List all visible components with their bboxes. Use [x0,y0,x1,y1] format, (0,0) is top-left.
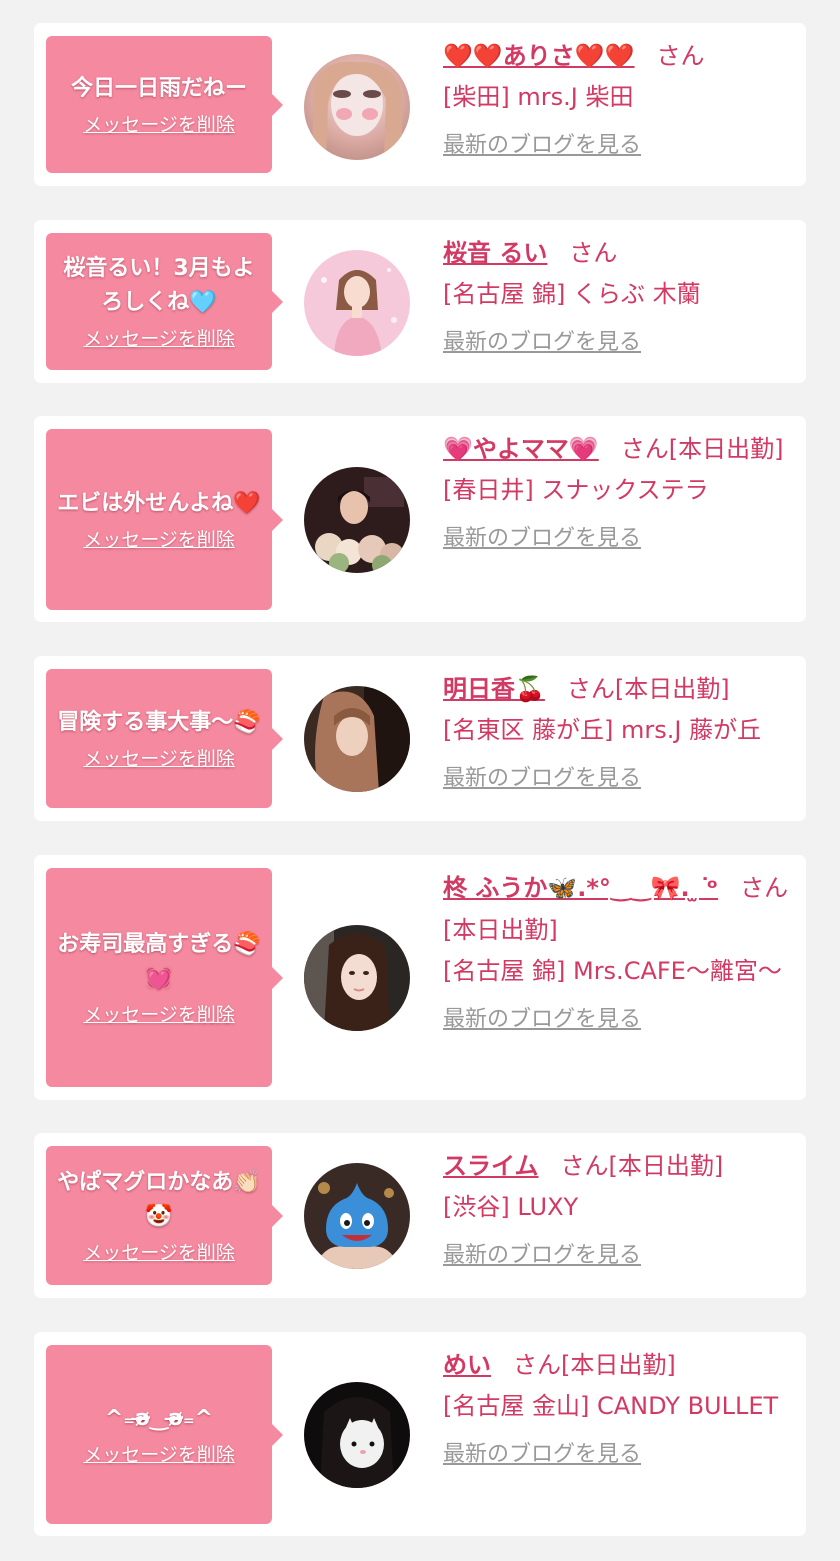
avatar[interactable] [304,54,410,160]
latest-blog-link[interactable]: 最新のブログを見る [443,131,641,161]
delete-message-link[interactable]: メッセージを削除 [83,1002,235,1028]
status-label: [本日出勤] [614,675,730,703]
message-bubble: エビは外せんよね❤️ メッセージを削除 [46,429,283,610]
honorific: さん [513,1351,561,1379]
girl-name-link[interactable]: ❤️❤️ありさ❤️❤️ [443,42,635,70]
honorific: さん [566,675,615,703]
delete-message-link[interactable]: メッセージを削除 [83,527,235,553]
shop-name: [渋谷] LUXY [443,1193,579,1221]
message-text: 冒険する事大事〜🍣 [57,709,261,735]
card-info: 桜音 るい さん [名古屋 錦] くらぶ 木蘭 最新のブログを見る [443,232,792,358]
shop-name: [名東区 藤が丘] mrs.J 藤が丘 [443,716,762,744]
message-text: お寿司最高すぎる🍣💓 [57,931,261,991]
girl-name-link[interactable]: 桜音 るい [443,239,547,267]
message-text: ^₌ә̴̶̷‿ә̴̶̷₌^ [104,1405,214,1431]
avatar-image [304,1163,410,1269]
girl-name-link[interactable]: 明日香🍒 [443,675,545,703]
avatar[interactable] [304,925,410,1031]
message-card: ^₌ә̴̶̷‿ә̴̶̷₌^ メッセージを削除 めい さん[本日出勤] [名古屋 金… [34,1332,806,1536]
latest-blog-link[interactable]: 最新のブログを見る [443,764,641,794]
shop-name: [柴田] mrs.J 柴田 [443,83,634,111]
message-bubble: 今日一日雨だねー メッセージを削除 [46,36,283,173]
shop-name: [名古屋 金山] CANDY BULLET [443,1392,779,1420]
avatar-image [304,54,410,160]
card-info: ❤️❤️ありさ❤️❤️ さん [柴田] mrs.J 柴田 最新のブログを見る [443,35,792,161]
card-info: 💗やよママ💗 さん[本日出勤] [春日井] スナックステラ 最新のブログを見る [443,428,792,554]
message-text: 桜音るい！3月もよろしくね🩵 [63,255,255,315]
latest-blog-link[interactable]: 最新のブログを見る [443,1005,641,1035]
card-info: 明日香🍒 さん[本日出勤] [名東区 藤が丘] mrs.J 藤が丘 最新のブログを… [443,668,792,794]
girl-name-link[interactable]: めい [443,1351,491,1379]
latest-blog-link[interactable]: 最新のブログを見る [443,524,641,554]
avatar-image [304,1382,410,1488]
message-card: エビは外せんよね❤️ メッセージを削除 💗やよママ💗 さん[本日出勤] [春日井] [34,416,806,622]
status-label: [本日出勤] [608,1152,724,1180]
message-text: 今日一日雨だねー [70,75,247,101]
message-card: 今日一日雨だねー メッセージを削除 ❤️❤️ありさ❤️❤️ さん [柴田] mrs… [34,23,806,186]
avatar-image [304,925,410,1031]
avatar-image [304,467,410,573]
message-card: 桜音るい！3月もよろしくね🩵 メッセージを削除 桜音 るい さん [名古屋 錦] … [34,220,806,383]
message-bubble: お寿司最高すぎる🍣💓 メッセージを削除 [46,868,283,1087]
avatar[interactable] [304,1382,410,1488]
message-bubble: 冒険する事大事〜🍣 メッセージを削除 [46,669,283,808]
avatar-image [304,250,410,356]
avatar[interactable] [304,250,410,356]
delete-message-link[interactable]: メッセージを削除 [83,112,235,138]
message-bubble: やぱマグロかなあ👏🏻🤡 メッセージを削除 [46,1146,283,1285]
shop-name: [名古屋 錦] Mrs.CAFE〜離宮〜 [443,957,782,985]
honorific: さん [620,435,669,463]
latest-blog-link[interactable]: 最新のブログを見る [443,1241,641,1271]
message-card: お寿司最高すぎる🍣💓 メッセージを削除 柊 ふうか🦋.*°‿‿🎀. ̫ ͘ᵒ さん… [34,855,806,1100]
avatar[interactable] [304,1163,410,1269]
message-text: やぱマグロかなあ👏🏻🤡 [57,1169,261,1229]
card-info: スライム さん[本日出勤] [渋谷] LUXY 最新のブログを見る [443,1145,792,1271]
avatar[interactable] [304,467,410,573]
status-label: [本日出勤] [443,916,558,944]
delete-message-link[interactable]: メッセージを削除 [83,746,235,772]
message-bubble: ^₌ә̴̶̷‿ә̴̶̷₌^ メッセージを削除 [46,1345,283,1524]
message-card: やぱマグロかなあ👏🏻🤡 メッセージを削除 スライムさん[本日出勤] [渋谷] [34,1133,806,1298]
card-info: めい さん[本日出勤] [名古屋 金山] CANDY BULLET 最新のブログを… [443,1344,792,1470]
delete-message-link[interactable]: メッセージを削除 [83,1240,235,1266]
status-label: [本日出勤] [668,435,784,463]
card-info: 柊 ふうか🦋.*°‿‿🎀. ̫ ͘ᵒ さん [本日出勤] [名古屋 錦] Mrs.C… [443,867,792,1035]
message-bubble: 桜音るい！3月もよろしくね🩵 メッセージを削除 [46,233,283,370]
girl-name-link[interactable]: 💗やよママ💗 [443,435,599,463]
honorific: さん [656,42,705,70]
girl-name-link[interactable]: 柊 ふうか🦋.*°‿‿🎀. ̫ ͘ᵒ [443,874,718,902]
honorific: さん [740,874,789,902]
message-card: 冒険する事大事〜🍣 メッセージを削除 明日香🍒 さん[本日出勤] [名東区 藤が丘… [34,656,806,821]
honorific: さん [569,239,618,267]
latest-blog-link[interactable]: 最新のブログを見る [443,1440,641,1470]
honorific: さん [560,1152,609,1180]
shop-name: [春日井] スナックステラ [443,476,709,504]
delete-message-link[interactable]: メッセージを削除 [83,326,235,352]
avatar[interactable] [304,686,410,792]
avatar-image [304,686,410,792]
message-text: エビは外せんよね❤️ [57,490,261,516]
girl-name-link[interactable]: スライム [443,1152,539,1180]
delete-message-link[interactable]: メッセージを削除 [83,1442,235,1468]
status-label: [本日出勤] [561,1351,676,1379]
shop-name: [名古屋 錦] くらぶ 木蘭 [443,280,701,308]
latest-blog-link[interactable]: 最新のブログを見る [443,328,641,358]
